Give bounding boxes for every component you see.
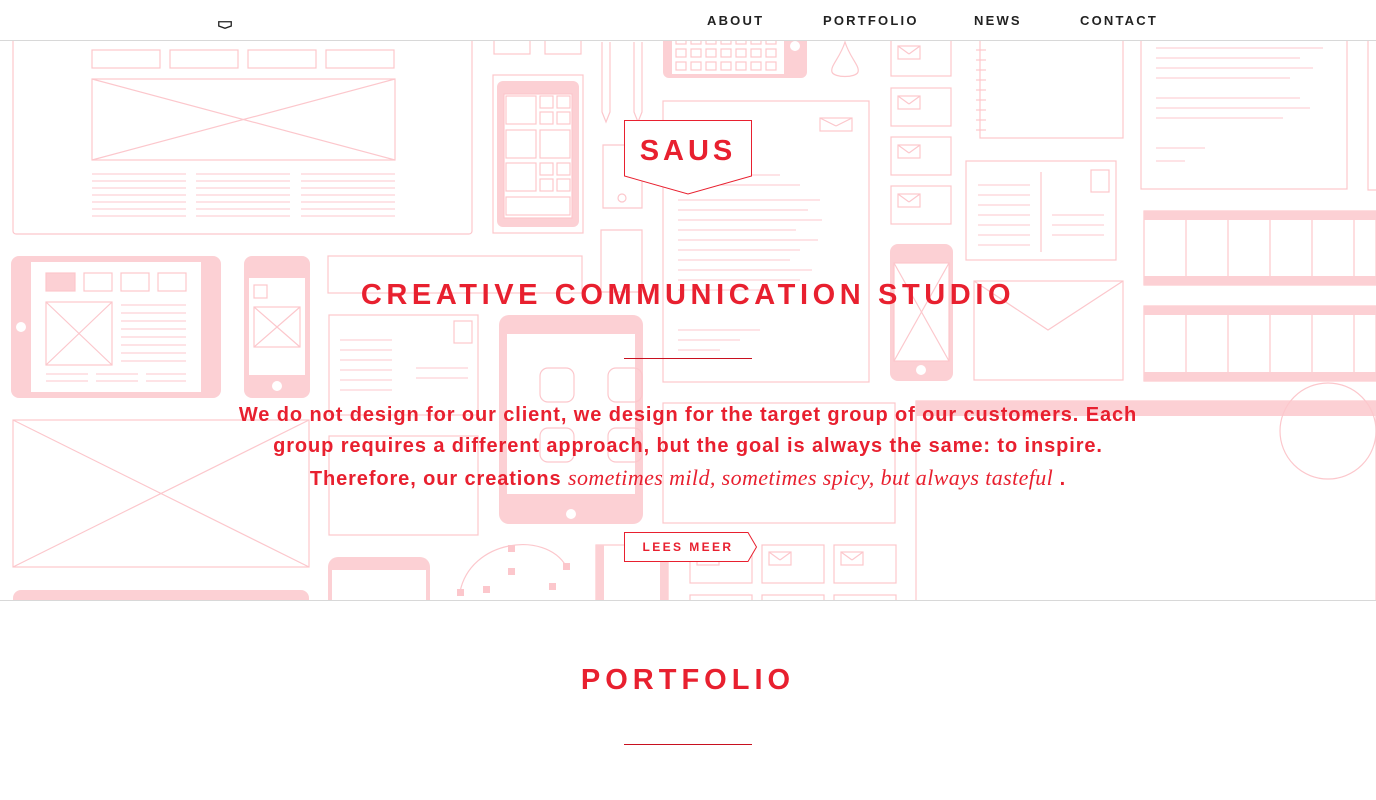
read-more-button[interactable]: LEES MEER bbox=[624, 532, 760, 562]
hero-section: SAUS CREATIVE COMMUNICATION STUDIO We do… bbox=[0, 0, 1376, 601]
intro-end: . bbox=[1053, 468, 1067, 490]
portfolio-heading: PORTFOLIO bbox=[580, 664, 796, 696]
portfolio-divider bbox=[624, 744, 752, 745]
saus-logo-badge[interactable]: SAUS bbox=[624, 120, 752, 196]
hero-tagline: CREATIVE COMMUNICATION STUDIO bbox=[360, 279, 1016, 311]
hero-divider bbox=[624, 358, 752, 359]
nav-portfolio[interactable]: PORTFOLIO bbox=[823, 13, 919, 28]
top-navigation-bar: ABOUT PORTFOLIO NEWS CONTACT bbox=[0, 0, 1376, 41]
brand-name: SAUS bbox=[639, 135, 737, 167]
nav-contact[interactable]: CONTACT bbox=[1080, 13, 1158, 28]
mini-shield-icon bbox=[218, 21, 232, 29]
nav-news[interactable]: NEWS bbox=[974, 13, 1022, 28]
read-more-label: LEES MEER bbox=[642, 540, 734, 554]
intro-italic: sometimes mild, sometimes spicy, but alw… bbox=[567, 465, 1054, 490]
hero-intro-text: We do not design for our client, we desi… bbox=[220, 400, 1156, 495]
nav-about[interactable]: ABOUT bbox=[707, 13, 764, 28]
home-logo-icon[interactable] bbox=[218, 16, 232, 34]
